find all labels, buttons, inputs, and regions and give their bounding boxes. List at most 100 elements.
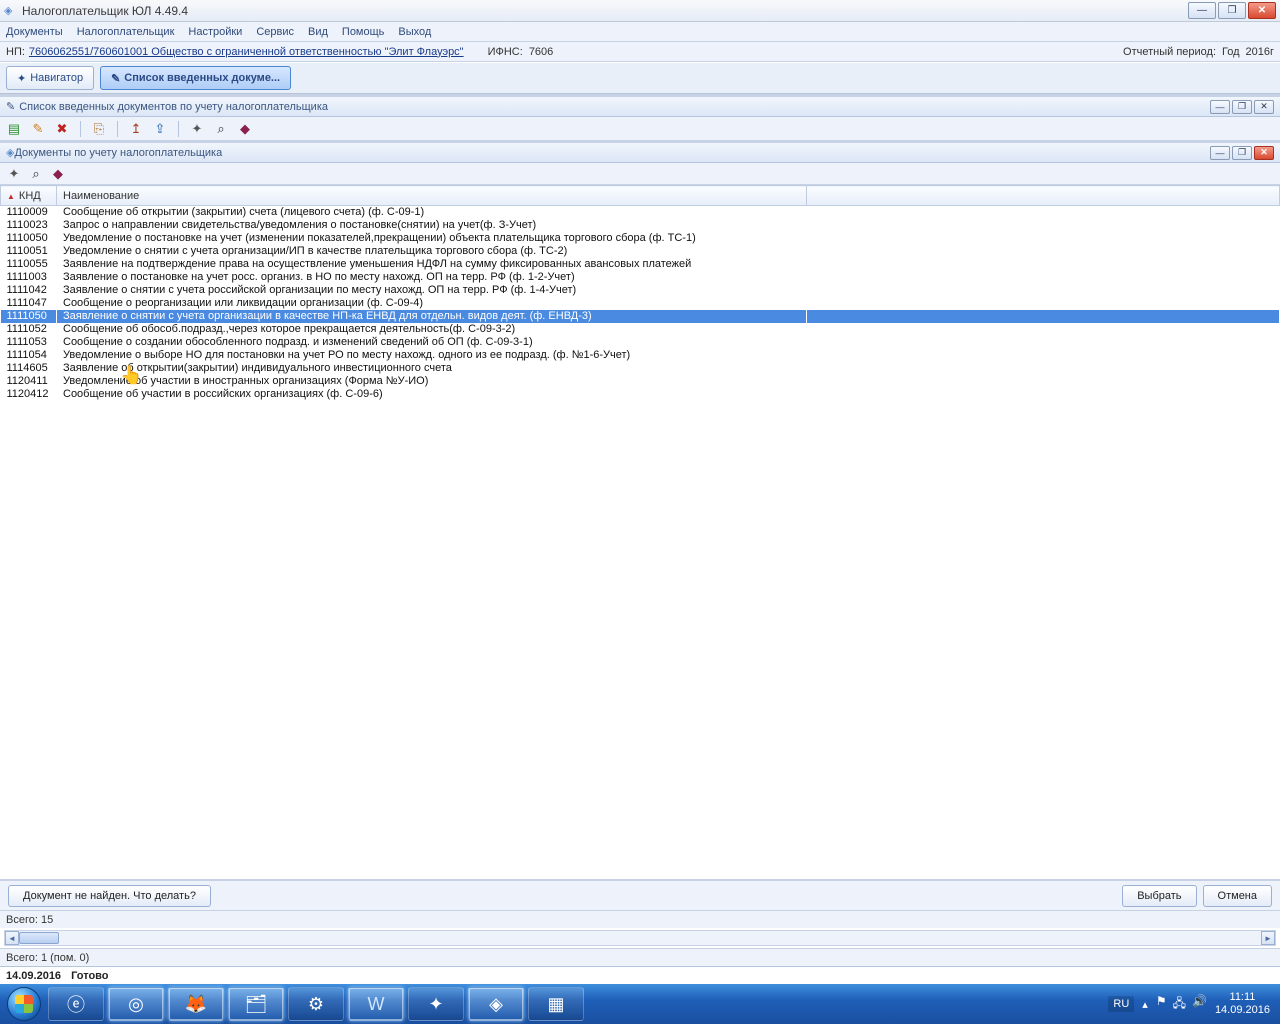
panel-minimize-button[interactable]: — [1210,100,1230,114]
navigator-button[interactable]: ✦ Навигатор [6,66,94,90]
windows-logo-icon [7,987,41,1021]
diamond-icon[interactable]: ◆ [50,166,66,182]
menu-service[interactable]: Сервис [256,26,294,38]
cell-name: Заявление о снятии с учета российской ор… [57,284,807,297]
cancel-button[interactable]: Отмена [1203,885,1272,907]
table-row[interactable]: 1110009Сообщение об открытии (закрытии) … [1,206,1280,220]
task-app1[interactable]: ⚙ [288,987,344,1021]
entered-docs-panel: ✎ Список введенных документов по учету н… [0,97,1280,141]
col-extra-header[interactable] [807,186,1280,206]
cell-knd: 1110023 [1,219,57,232]
menu-settings[interactable]: Настройки [188,26,242,38]
task-np[interactable]: ◈ [468,987,524,1021]
period-label: Отчетный период: [1123,46,1216,58]
scroll-left-arrow[interactable]: ◄ [5,931,19,945]
table-row[interactable]: 1114605Заявление об открытии(закрытии) и… [1,362,1280,375]
close-button[interactable]: ✕ [1248,2,1276,19]
docs-table-wrapper[interactable]: КНД Наименование 1110009Сообщение об отк… [0,185,1280,880]
table-row[interactable]: 1110051Уведомление о снятии с учета орга… [1,245,1280,258]
menu-documents[interactable]: Документы [6,26,63,38]
table-row[interactable]: 1110023Запрос о направлении свидетельств… [1,219,1280,232]
table-row[interactable]: 1110055Заявление на подтверждение права … [1,258,1280,271]
table-row[interactable]: 1111042Заявление о снятии с учета россий… [1,284,1280,297]
not-found-button[interactable]: Документ не найден. Что делать? [8,885,211,907]
menu-taxpayer[interactable]: Налогоплательщик [77,26,175,38]
minimize-button[interactable]: — [1188,2,1216,19]
panel-maximize-button[interactable]: ❐ [1232,100,1252,114]
docs-selector-title: Документы по учету налогоплательщика [14,147,222,159]
panel2-maximize-button[interactable]: ❐ [1232,146,1252,160]
table-row[interactable]: 1111054Уведомление о выборе НО для поста… [1,349,1280,362]
table-row[interactable]: 1111052Сообщение об обособ.подразд.,чере… [1,323,1280,336]
col-name-header[interactable]: Наименование [57,186,807,206]
np-label: НП: [6,46,25,58]
task-ie[interactable]: ⓔ [48,987,104,1021]
docs-selector-toolbar: ✦ ⌕ ◆ [0,163,1280,185]
task-explorer[interactable]: 🗂 [228,987,284,1021]
panel-close-button[interactable]: ✕ [1254,100,1274,114]
np-link[interactable]: 7606062551/760601001 Общество с ограниче… [29,46,464,58]
export-icon[interactable]: ↥ [128,121,144,137]
cell-extra [807,297,1280,310]
taskbar-clock[interactable]: 11:11 14.09.2016 [1215,991,1270,1017]
start-button[interactable] [4,984,44,1024]
delete-icon[interactable]: ✖ [54,121,70,137]
list-docs-button[interactable]: ✎ Список введенных докуме... [100,66,291,90]
table-row[interactable]: 1120411Уведомление об участии в иностран… [1,375,1280,388]
col-knd-header[interactable]: КНД [1,186,57,206]
scroll-right-arrow[interactable]: ► [1261,931,1275,945]
info-bar: НП: 7606062551/760601001 Общество с огра… [0,42,1280,62]
task-app2[interactable]: ✦ [408,987,464,1021]
table-row[interactable]: 1120412Сообщение об участии в российских… [1,388,1280,401]
cell-name: Сообщение об участии в российских органи… [57,388,807,401]
task-word[interactable]: W [348,987,404,1021]
panel2-close-button[interactable]: ✕ [1254,146,1274,160]
tray-up-arrow-icon[interactable]: ▴ [1142,998,1148,1011]
cell-extra [807,245,1280,258]
app-icon: ◈ [4,4,18,18]
table-row[interactable]: 1111047Сообщение о реорганизации или лик… [1,297,1280,310]
diamond-icon: ◈ [6,146,14,159]
menu-view[interactable]: Вид [308,26,328,38]
horizontal-scrollbar[interactable]: ◄ ► [4,930,1276,946]
task-firefox[interactable]: 🦊 [168,987,224,1021]
select-button[interactable]: Выбрать [1122,885,1196,907]
panel2-minimize-button[interactable]: — [1210,146,1230,160]
cell-name: Запрос о направлении свидетельства/уведо… [57,219,807,232]
cell-name: Уведомление о постановке на учет (измене… [57,232,807,245]
volume-icon[interactable]: 🔊 [1192,994,1207,1015]
task-chrome[interactable]: ◎ [108,987,164,1021]
flag-icon[interactable]: ⚑ [1156,994,1167,1015]
tools-icon[interactable]: ✦ [189,121,205,137]
cell-extra [807,323,1280,336]
upload-icon[interactable]: ⇪ [152,121,168,137]
docs-total-status: Всего: 15 [0,910,1280,928]
cell-knd: 1111003 [1,271,57,284]
cell-knd: 1111047 [1,297,57,310]
copy-icon[interactable]: ⎘ [91,121,107,137]
window-controls: — ❐ ✕ [1188,2,1276,19]
cell-knd: 1110009 [1,206,57,220]
edit-doc-icon[interactable]: ✎ [30,121,46,137]
table-row[interactable]: 1111003Заявление о постановке на учет ро… [1,271,1280,284]
tools-icon[interactable]: ✦ [6,166,22,182]
docs-selector-panel: ◈ Документы по учету налогоплательщика —… [0,141,1280,928]
table-row[interactable]: 1110050Уведомление о постановке на учет … [1,232,1280,245]
ifns-label: ИФНС: [488,46,523,58]
table-row[interactable]: 1111053Сообщение о создании обособленног… [1,336,1280,349]
table-row[interactable]: 1111050Заявление о снятии с учета органи… [1,310,1280,323]
task-app3[interactable]: ▦ [528,987,584,1021]
menu-help[interactable]: Помощь [342,26,385,38]
scroll-thumb[interactable] [19,932,59,944]
binoculars-icon[interactable]: ⌕ [213,121,229,137]
network-icon[interactable]: 🖧 [1173,994,1186,1015]
lang-indicator[interactable]: RU [1108,996,1134,1012]
maximize-button[interactable]: ❐ [1218,2,1246,19]
cell-name: Уведомление о снятии с учета организации… [57,245,807,258]
status-date: 14.09.2016 [6,970,61,982]
menu-exit[interactable]: Выход [398,26,431,38]
binoculars-icon[interactable]: ⌕ [28,166,44,182]
cell-knd: 1111054 [1,349,57,362]
diamond-icon[interactable]: ◆ [237,121,253,137]
new-doc-icon[interactable]: ▤ [6,121,22,137]
